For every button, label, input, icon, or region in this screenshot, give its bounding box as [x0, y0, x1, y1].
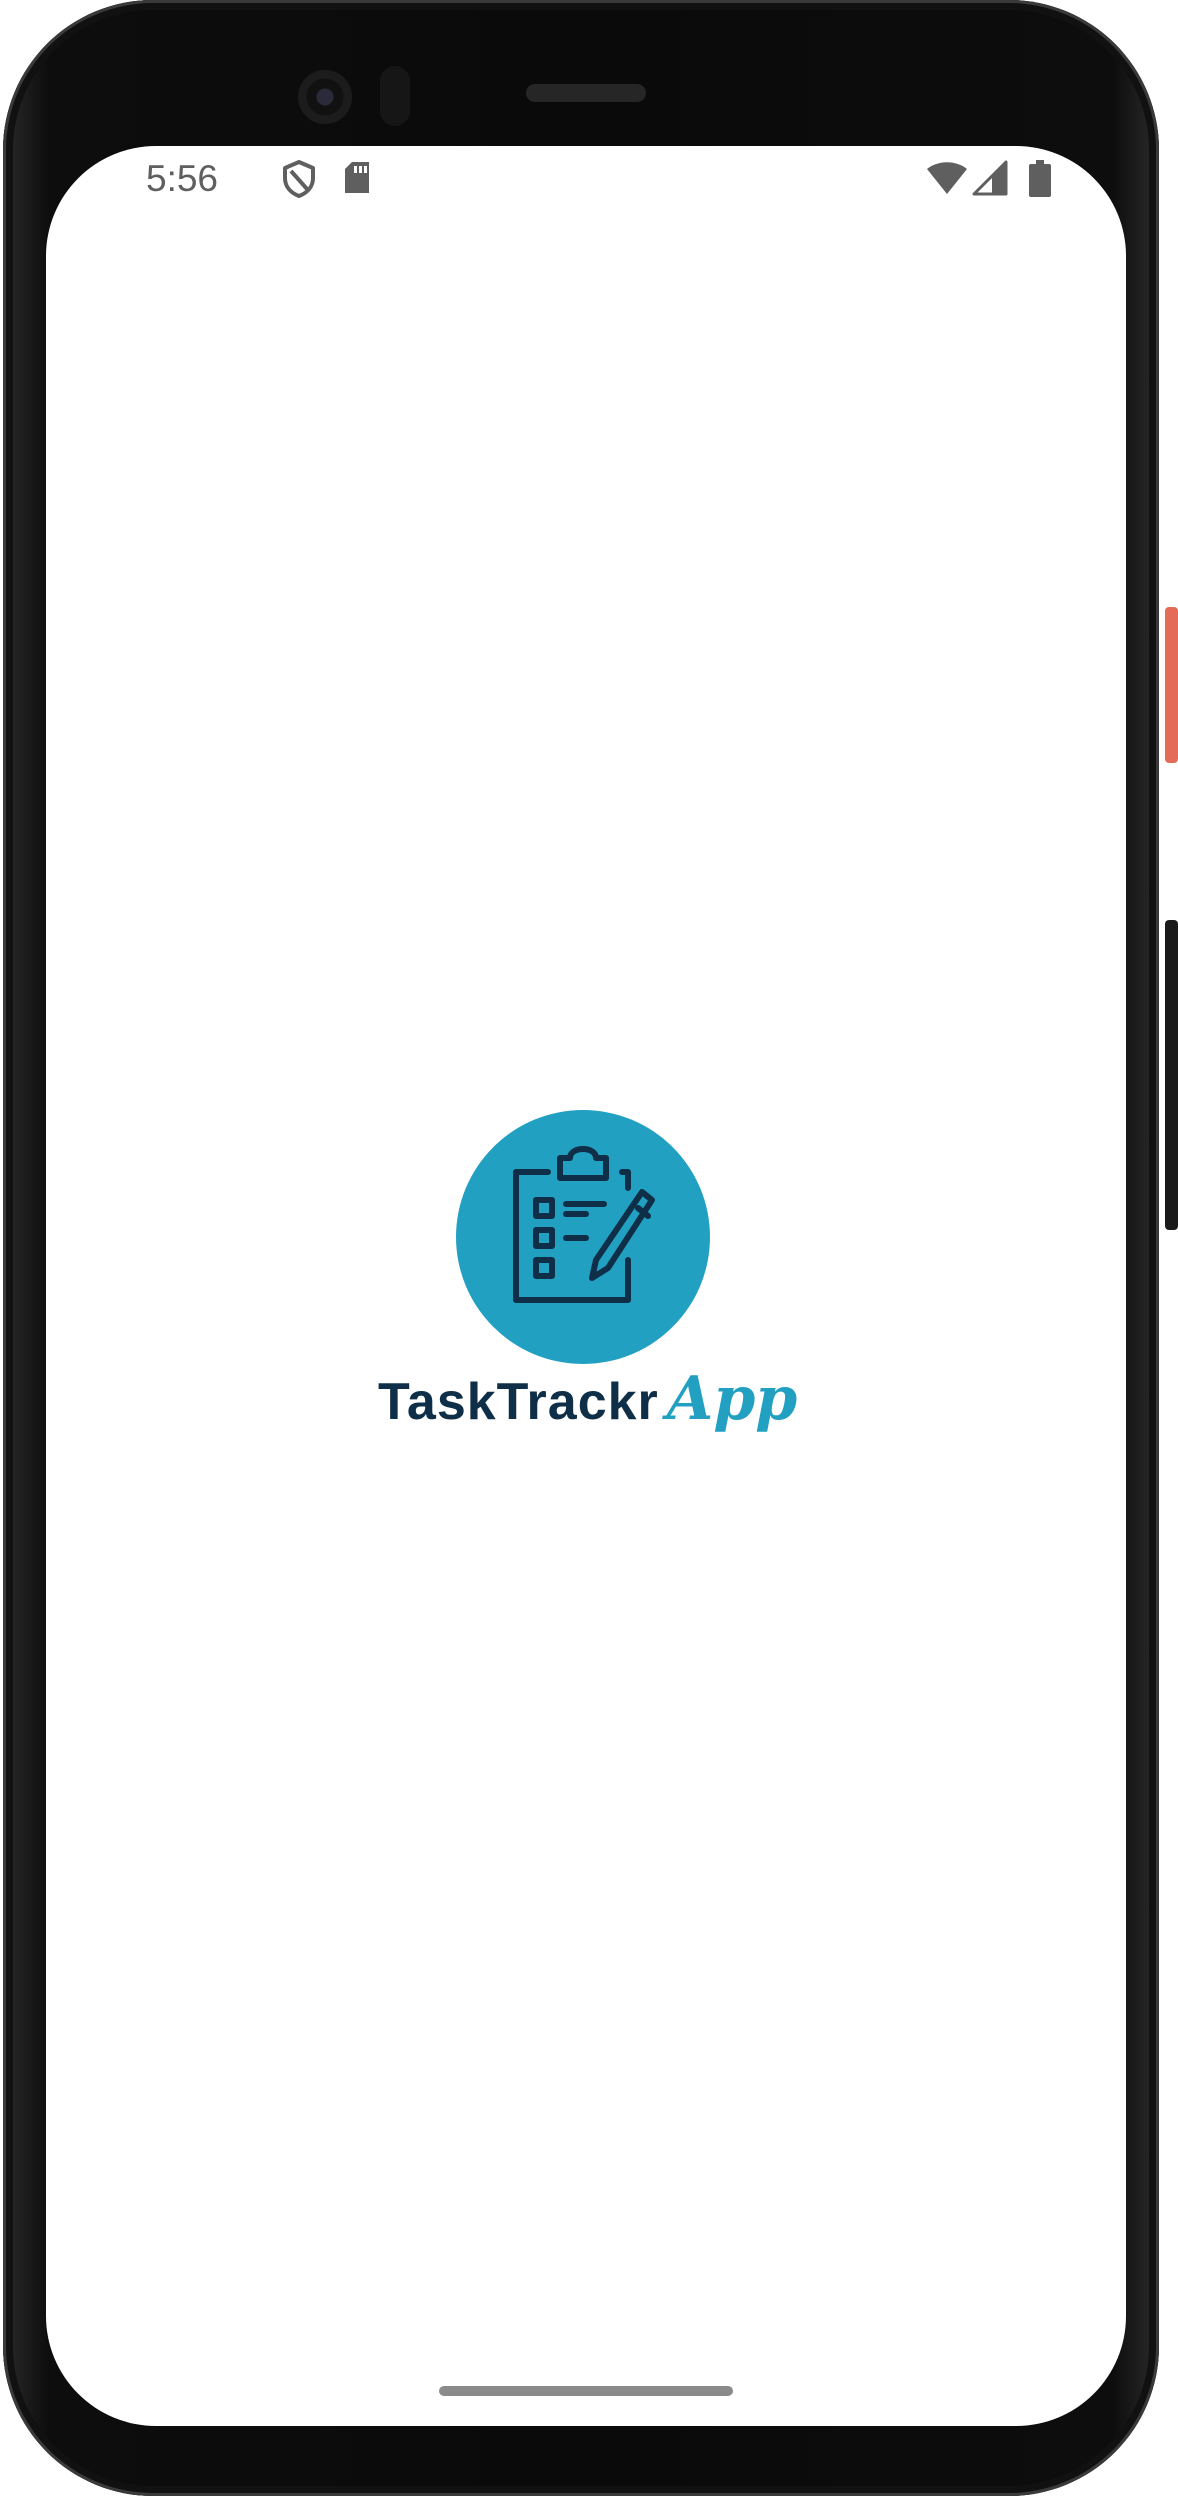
wifi-icon: [926, 160, 968, 201]
front-camera: [298, 70, 352, 124]
brand-name: TaskTrackr: [378, 1373, 659, 1431]
app-screen: 5:56 TaskTrackr App: [46, 146, 1126, 2426]
status-bar: 5:56: [46, 146, 1126, 212]
earpiece-speaker: [526, 84, 646, 102]
phone-frame: 5:56 TaskTrackr App: [0, 0, 1178, 2498]
sd-card-icon: [342, 160, 372, 201]
power-button: [1165, 607, 1178, 763]
volume-button: [1165, 920, 1178, 1230]
cellular-signal-icon: [972, 160, 1008, 201]
status-time: 5:56: [146, 158, 219, 199]
app-logo: [456, 1110, 710, 1364]
home-indicator[interactable]: [439, 2386, 733, 2396]
brand-accent: App: [666, 1364, 798, 1434]
battery-icon: [1028, 160, 1052, 203]
app-brand-title: TaskTrackr App: [378, 1364, 808, 1444]
proximity-sensor: [380, 66, 410, 126]
shield-icon: [282, 160, 316, 203]
